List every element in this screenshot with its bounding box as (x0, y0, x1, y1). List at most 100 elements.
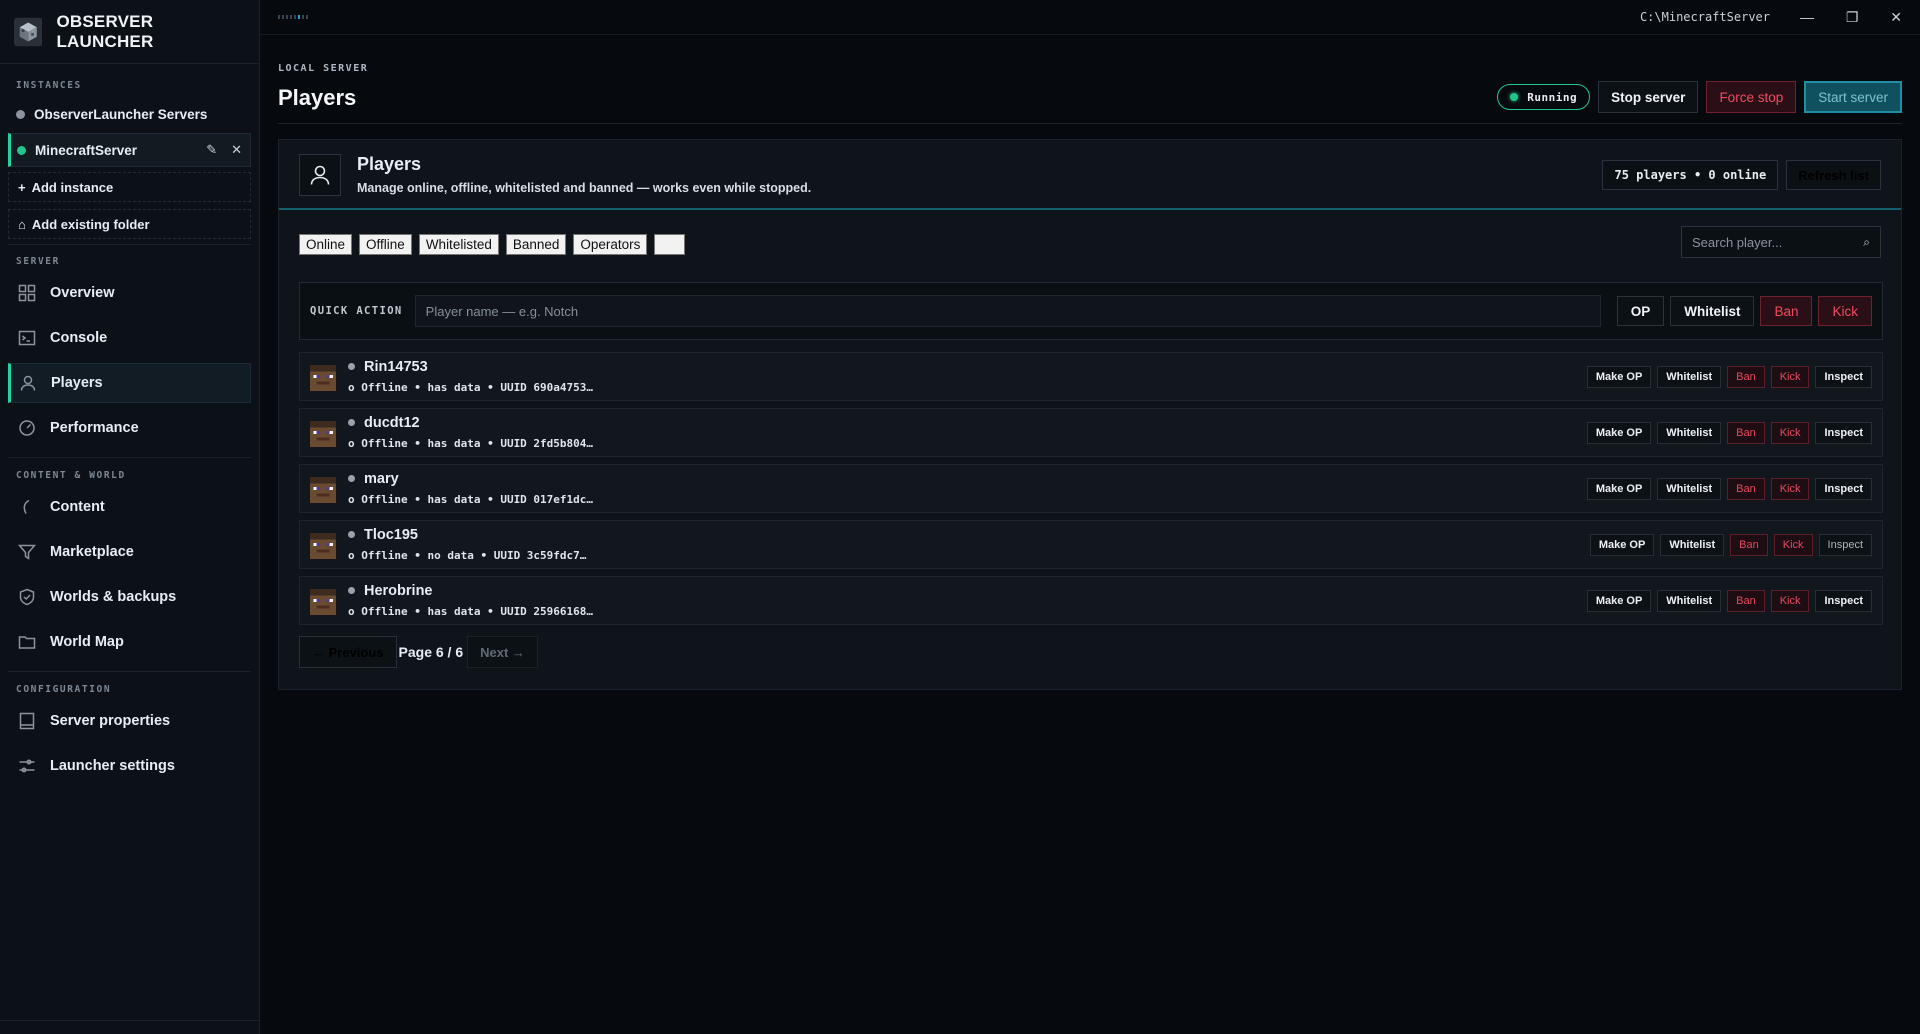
whitelist-button[interactable]: Whitelist (1660, 534, 1725, 556)
title-bar[interactable]: C:\MinecraftServer — ❐ ✕ (260, 0, 1920, 35)
grid-icon (18, 284, 36, 302)
page-indicator: Page 6 / 6 (398, 644, 464, 660)
nav-performance[interactable]: Performance (8, 408, 251, 448)
user-icon (299, 154, 341, 196)
player-name-input[interactable]: Player name — e.g. Notch (414, 295, 1601, 327)
sidebar-footer (0, 1020, 260, 1034)
avatar (310, 421, 336, 447)
whitelist-button[interactable]: Whitelist (1657, 422, 1722, 444)
quick-action-bar: QUICK ACTION Player name — e.g. Notch OP… (299, 282, 1883, 340)
cube-logo-icon (14, 17, 43, 46)
loading-indicator (278, 15, 308, 19)
instance-observerlauncher-servers[interactable]: ObserverLauncher Servers (8, 97, 251, 131)
start-server-button[interactable]: Start server (1804, 81, 1902, 113)
minimize-icon[interactable]: — (1800, 9, 1814, 26)
table-row: Herobrine o Offline • has data • UUID 25… (299, 576, 1883, 625)
nav-overview[interactable]: Overview (8, 273, 251, 313)
next-page-button[interactable]: Next → (467, 636, 538, 668)
table-row: Rin14753 o Offline • has data • UUID 690… (299, 352, 1883, 401)
nav-console[interactable]: Console (8, 318, 251, 358)
ban-button[interactable]: Ban (1727, 366, 1765, 388)
ban-button[interactable]: Ban (1730, 534, 1768, 556)
add-instance-button[interactable]: + Add instance (8, 172, 251, 202)
filter-empty[interactable] (654, 234, 686, 255)
config-label: CONFIGURATION (16, 684, 112, 695)
inspect-button[interactable]: Inspect (1818, 534, 1872, 556)
search-input[interactable]: Search player... ⌕ (1681, 226, 1881, 258)
inspect-button[interactable]: Inspect (1815, 366, 1872, 388)
kick-button[interactable]: Kick (1770, 422, 1810, 444)
avatar (310, 533, 336, 559)
nav-worlds-backups[interactable]: Worlds & backups (8, 577, 251, 617)
filter-whitelisted[interactable]: Whitelisted (418, 234, 499, 255)
make-op-button[interactable]: Make OP (1586, 422, 1652, 444)
offline-dot (348, 587, 355, 594)
kick-button[interactable]: Kick (1770, 478, 1810, 500)
search-icon: ⌕ (1863, 234, 1870, 249)
close-icon[interactable]: ✕ (231, 142, 242, 158)
nav-marketplace[interactable]: Marketplace (8, 532, 251, 572)
player-name: Tloc195 (364, 527, 418, 543)
server-path: C:\MinecraftServer (1639, 10, 1770, 24)
whitelist-button[interactable]: Whitelist (1657, 478, 1722, 500)
offline-dot (348, 363, 355, 370)
inspect-button[interactable]: Inspect (1815, 590, 1872, 612)
kick-button[interactable]: Kick (1770, 366, 1810, 388)
status-text: Running (1527, 90, 1578, 104)
nav-players[interactable]: Players (8, 363, 251, 403)
player-name: ducdt12 (364, 415, 420, 431)
restore-icon[interactable]: ❐ (1846, 9, 1859, 26)
table-row: ducdt12 o Offline • has data • UUID 2fd5… (299, 408, 1883, 457)
previous-page-button[interactable]: ← Previous (299, 636, 397, 668)
brand: OBSERVER LAUNCHER (0, 0, 259, 64)
instance-minecraftserver[interactable]: MinecraftServer ✎ ✕ (8, 133, 251, 167)
nav-world-map[interactable]: World Map (8, 622, 251, 662)
inspect-button[interactable]: Inspect (1815, 478, 1872, 500)
whitelist-button[interactable]: Whitelist (1657, 366, 1722, 388)
nav-server-properties[interactable]: Server properties (8, 701, 251, 741)
quick-ban-button[interactable]: Ban (1760, 296, 1813, 326)
avatar (310, 589, 336, 615)
add-existing-label: Add existing folder (31, 216, 150, 232)
inspect-button[interactable]: Inspect (1815, 422, 1872, 444)
nav-label: World Map (50, 634, 124, 650)
make-op-button[interactable]: Make OP (1586, 366, 1652, 388)
filter-online[interactable]: Online (299, 234, 353, 255)
nav-label: Worlds & backups (50, 589, 177, 605)
ban-button[interactable]: Ban (1727, 590, 1765, 612)
running-dot (1510, 93, 1519, 101)
gauge-icon (19, 420, 35, 436)
filter-chips: Online Offline Whitelisted Banned Operat… (299, 234, 686, 255)
whitelist-button[interactable]: Whitelist (1657, 590, 1722, 612)
filter-operators[interactable]: Operators (573, 234, 648, 255)
offline-dot (348, 531, 355, 538)
make-op-button[interactable]: Make OP (1586, 478, 1652, 500)
force-stop-button[interactable]: Force stop (1706, 81, 1797, 113)
nav-label: Launcher settings (50, 758, 175, 774)
filter-banned[interactable]: Banned (505, 234, 567, 255)
kick-button[interactable]: Kick (1770, 590, 1810, 612)
edit-icon[interactable]: ✎ (206, 142, 217, 158)
book-icon (19, 712, 35, 730)
filter-offline[interactable]: Offline (359, 234, 412, 255)
status-dot (17, 145, 26, 155)
make-op-button[interactable]: Make OP (1586, 590, 1652, 612)
panel-subtitle: Manage online, offline, whitelisted and … (357, 181, 812, 195)
nav-label: Players (51, 375, 103, 391)
avatar (310, 365, 336, 391)
sidebar: OBSERVER LAUNCHER INSTANCES ObserverLaun… (0, 0, 260, 1034)
ban-button[interactable]: Ban (1727, 478, 1765, 500)
kick-button[interactable]: Kick (1773, 534, 1813, 556)
quick-kick-button[interactable]: Kick (1818, 296, 1872, 326)
add-existing-folder-button[interactable]: ⌂ Add existing folder (8, 209, 251, 239)
close-window-icon[interactable]: ✕ (1890, 9, 1902, 26)
quick-op-button[interactable]: OP (1616, 296, 1665, 326)
make-op-button[interactable]: Make OP (1589, 534, 1655, 556)
instance-name: MinecraftServer (35, 142, 138, 158)
quick-whitelist-button[interactable]: Whitelist (1670, 296, 1755, 326)
stop-server-button[interactable]: Stop server (1598, 81, 1699, 113)
nav-content[interactable]: Content (8, 487, 251, 527)
ban-button[interactable]: Ban (1727, 422, 1765, 444)
refresh-list-button[interactable]: Refresh list (1786, 160, 1881, 190)
nav-launcher-settings[interactable]: Launcher settings (8, 746, 251, 786)
